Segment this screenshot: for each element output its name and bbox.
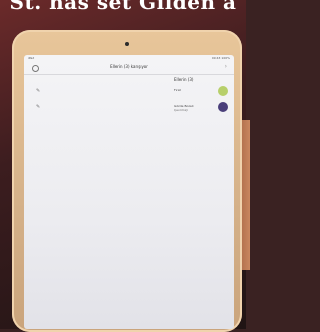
section-header: Ellerin (3) xyxy=(174,77,194,82)
tablet-screen: iPad 09:43 100% Ellerin (3) karışıyor › … xyxy=(24,55,234,329)
chevron-right-icon[interactable]: › xyxy=(225,64,227,70)
front-camera xyxy=(125,42,129,46)
avatar xyxy=(218,102,228,112)
status-time-battery: 09:43 100% xyxy=(211,56,230,60)
navigation-bar: Ellerin (3) karışıyor › xyxy=(24,62,234,75)
page-title: Ellerin (3) karışıyor xyxy=(110,64,148,69)
search-icon[interactable] xyxy=(32,65,39,72)
contact-status: Çevrimiçi xyxy=(174,108,189,112)
avatar xyxy=(218,86,228,96)
contact-list: Ellerin (3) Fırat Gözde Bozali Çevrimiçi xyxy=(174,77,234,137)
status-device-label: iPad xyxy=(28,56,35,60)
note-icon[interactable]: ✎ xyxy=(36,105,42,110)
note-icon[interactable]: ✎ xyxy=(36,89,42,94)
status-bar: iPad 09:43 100% xyxy=(24,55,234,61)
list-item[interactable]: Fırat xyxy=(174,85,232,97)
background-printed-text: St. has set Gilden a xyxy=(9,0,237,14)
sidebar: ✎ ✎ xyxy=(24,75,94,329)
list-item[interactable]: Gözde Bozali Çevrimiçi xyxy=(174,101,232,113)
contact-name: Fırat xyxy=(174,88,181,92)
